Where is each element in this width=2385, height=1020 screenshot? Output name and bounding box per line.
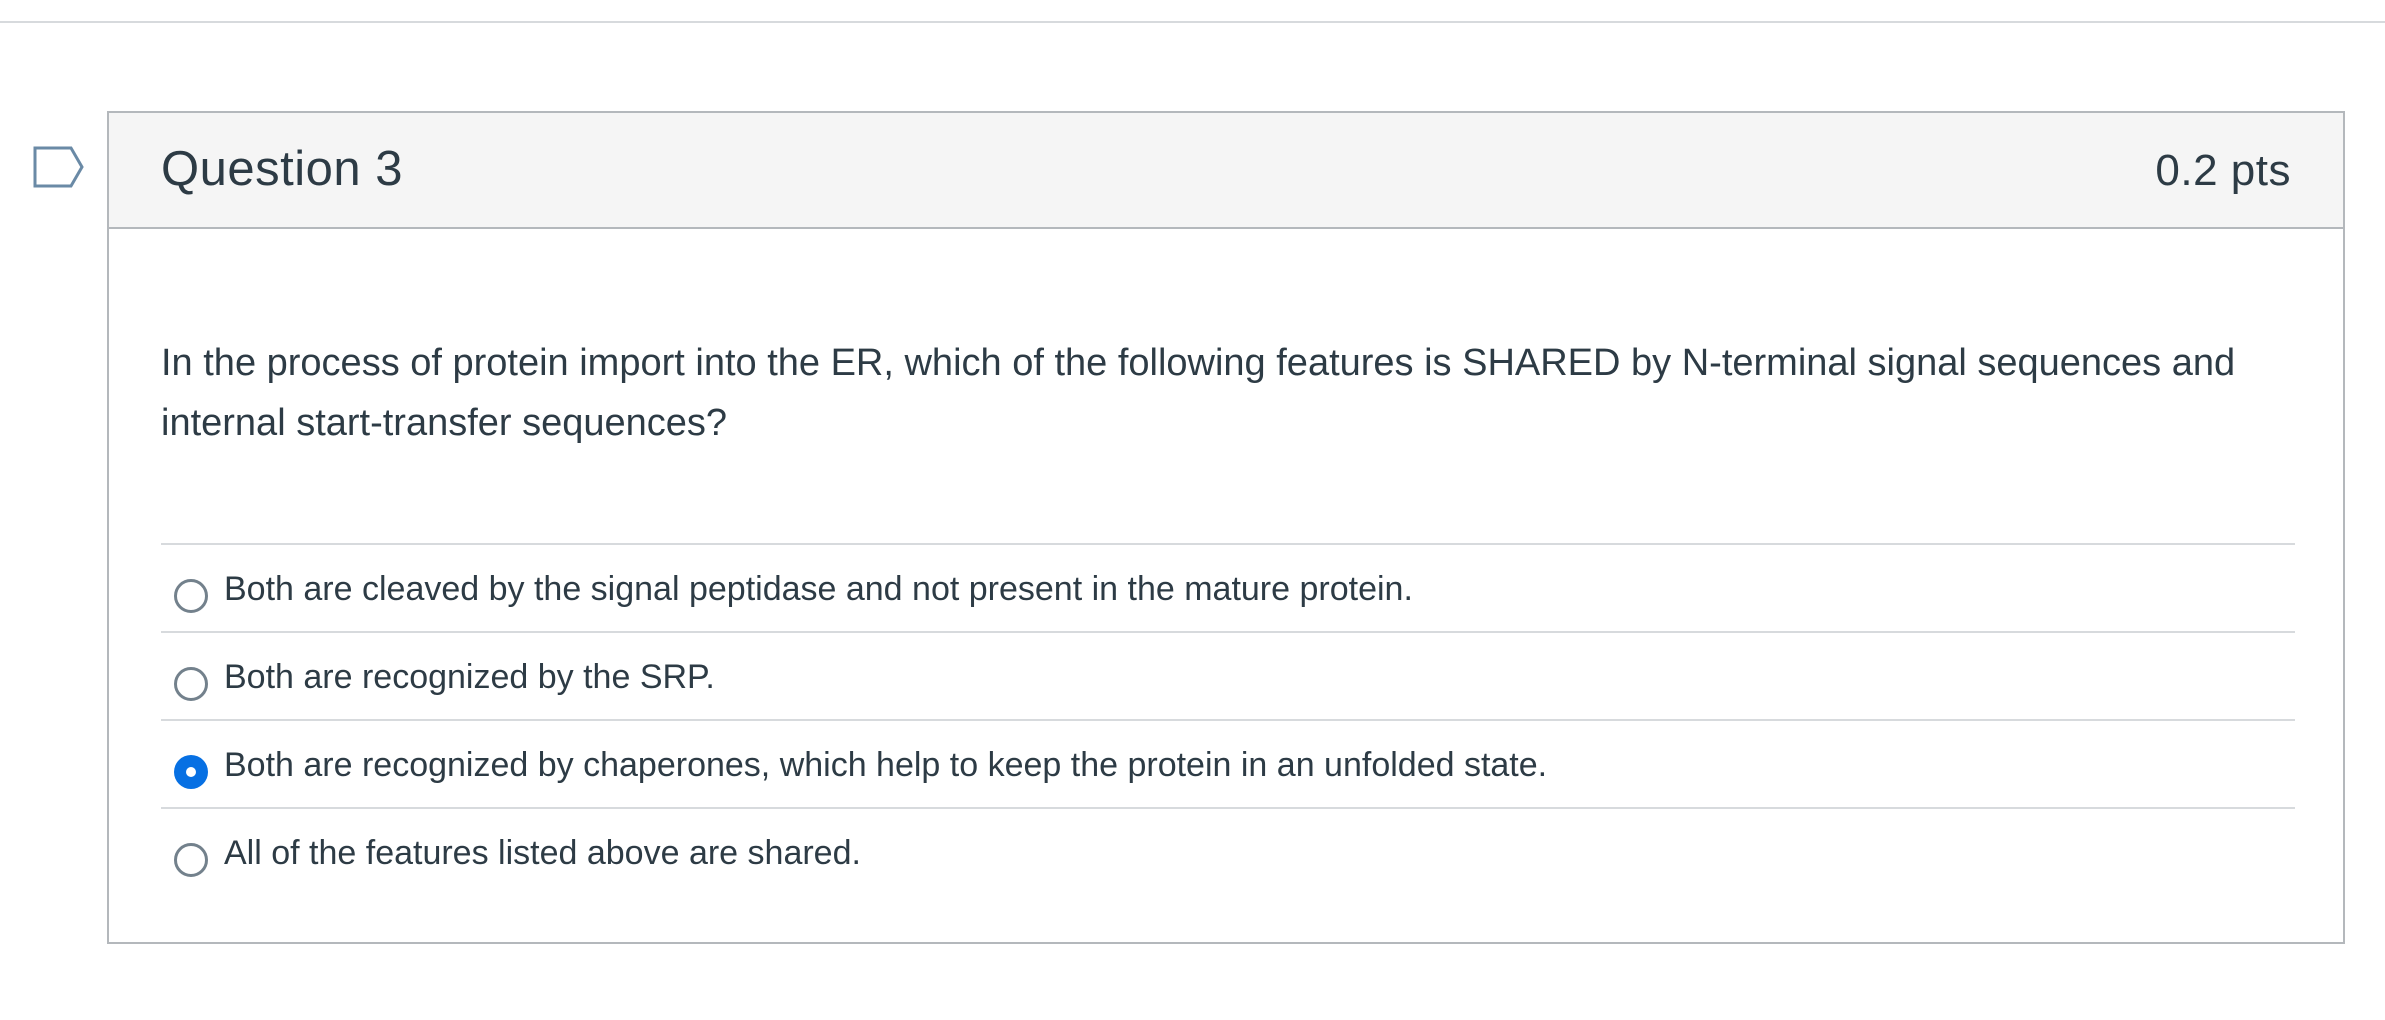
radio-button[interactable]: [174, 667, 208, 701]
radio-button[interactable]: [174, 843, 208, 877]
top-divider: [0, 21, 2385, 23]
question-text: In the process of protein import into th…: [161, 342, 2236, 444]
question-title: Question 3: [161, 142, 403, 196]
answer-option[interactable]: All of the features listed above are sha…: [161, 807, 2295, 895]
question-header: Question 3 0.2 pts: [109, 113, 2343, 229]
answer-option[interactable]: Both are cleaved by the signal peptidase…: [161, 543, 2295, 631]
answer-label: Both are recognized by the SRP.: [224, 658, 715, 696]
answer-option[interactable]: Both are recognized by the SRP.: [161, 631, 2295, 719]
quiz-page: Question 3 0.2 pts In the process of pro…: [0, 0, 2385, 1020]
answer-option-selected[interactable]: Both are recognized by chaperones, which…: [161, 719, 2295, 807]
answer-label: Both are recognized by chaperones, which…: [224, 746, 1548, 784]
question-card: Question 3 0.2 pts In the process of pro…: [107, 111, 2345, 944]
radio-button-selected[interactable]: [174, 755, 208, 789]
radio-button[interactable]: [174, 579, 208, 613]
answer-label: All of the features listed above are sha…: [224, 834, 861, 872]
question-points: 0.2 pts: [2155, 146, 2291, 195]
answer-label: Both are cleaved by the signal peptidase…: [224, 570, 1413, 608]
answer-list: Both are cleaved by the signal peptidase…: [161, 543, 2295, 895]
bookmark-flag-icon: [33, 146, 84, 188]
flag-question-icon[interactable]: [33, 146, 85, 188]
